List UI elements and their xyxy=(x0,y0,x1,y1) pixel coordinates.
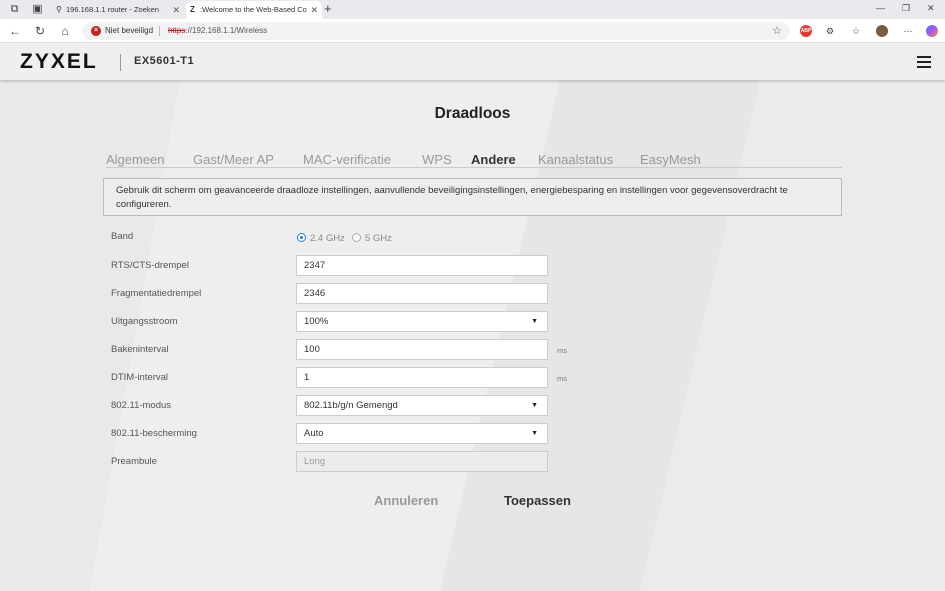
more-menu-icon[interactable]: ⋯ xyxy=(902,25,914,37)
cancel-button[interactable]: Annuleren xyxy=(374,493,441,509)
tab-wps[interactable]: WPS xyxy=(422,152,452,168)
tab-kanaalstatus[interactable]: Kanaalstatus xyxy=(538,152,614,168)
protection-value: Auto xyxy=(304,428,324,439)
router-page: ZYXEL EX5601-T1 Draadloos Algemeen Gast/… xyxy=(0,44,945,591)
url-divider xyxy=(159,26,160,36)
browser-tab-router[interactable]: Z :Welcome to the Web-Based Co ✕ xyxy=(186,1,322,19)
description-box: Gebruik dit scherm om geavanceerde draad… xyxy=(103,178,842,216)
tab-underline xyxy=(106,167,842,168)
radio-checked-icon xyxy=(297,233,306,242)
close-tab-icon[interactable]: ✕ xyxy=(172,1,180,19)
extensions-icon[interactable]: ⚙ xyxy=(824,25,836,37)
fragmentation-input[interactable]: 2346 xyxy=(296,283,548,304)
search-icon: ⚲ xyxy=(56,5,62,14)
zyxel-logo[interactable]: ZYXEL xyxy=(20,50,98,74)
browser-tab-search[interactable]: ⚲ 196.168.1.1 router - Zoeken ✕ xyxy=(52,1,184,19)
fragmentation-label: Fragmentatiedrempel xyxy=(111,288,202,299)
tab-algemeen[interactable]: Algemeen xyxy=(106,152,165,168)
preamble-label: Preambule xyxy=(111,456,157,467)
router-header: ZYXEL EX5601-T1 xyxy=(0,44,945,80)
refresh-icon[interactable]: ↻ xyxy=(33,24,47,38)
protection-label: 802.11-bescherming xyxy=(111,428,197,439)
restore-icon[interactable]: ❐ xyxy=(902,3,910,14)
tab-gast-meer-ap[interactable]: Gast/Meer AP xyxy=(193,152,274,168)
tab-mac-verificatie[interactable]: MAC-verificatie xyxy=(303,152,392,168)
back-icon[interactable]: ← xyxy=(8,24,22,38)
beacon-interval-label: Bakeninterval xyxy=(111,344,169,355)
dtim-unit: ms xyxy=(557,374,567,383)
band-label: Band xyxy=(111,231,134,242)
copilot-icon[interactable] xyxy=(926,25,938,37)
output-power-label: Uitgangsstroom xyxy=(111,316,178,327)
cancel-label: Annuleren xyxy=(374,493,439,508)
favorites-icon[interactable]: ☆ xyxy=(850,25,862,37)
url-protocol: https xyxy=(168,26,186,35)
dropdown-arrow-icon: ▼ xyxy=(531,430,538,437)
new-tab-icon[interactable]: + xyxy=(324,2,332,16)
url-path: ://192.168.1.1/Wireless xyxy=(185,26,268,35)
security-label[interactable]: Niet beveiligd xyxy=(105,22,153,40)
dtim-interval-label: DTIM-interval xyxy=(111,372,169,383)
page-title: Draadloos xyxy=(434,105,511,122)
close-tab-icon[interactable]: ✕ xyxy=(310,1,318,19)
beacon-interval-input[interactable]: 100 xyxy=(296,339,548,360)
home-icon[interactable]: ⌂ xyxy=(58,24,72,38)
browser-tab-bar: ⧉ ▣ ⚲ 196.168.1.1 router - Zoeken ✕ Z :W… xyxy=(0,0,945,19)
profile-avatar[interactable] xyxy=(876,25,888,37)
not-secure-icon[interactable]: × xyxy=(91,26,101,36)
zyxel-favicon-icon: Z xyxy=(190,5,195,14)
header-divider xyxy=(120,54,121,71)
band-5ghz-radio[interactable]: 5 GHz xyxy=(352,233,392,244)
adblock-extension-icon[interactable]: ABP xyxy=(800,25,812,37)
radio-unchecked-icon xyxy=(352,233,361,242)
dropdown-arrow-icon: ▼ xyxy=(531,402,538,409)
mode-label: 802.11-modus xyxy=(111,400,172,411)
favorite-star-icon[interactable]: ☆ xyxy=(772,22,782,40)
browser-toolbar: ← ↻ ⌂ × Niet beveiligd https://192.168.1… xyxy=(0,19,945,43)
output-power-select[interactable]: 100% ▼ xyxy=(296,311,548,332)
mode-select[interactable]: 802.11b/g/n Gemengd ▼ xyxy=(296,395,548,416)
output-power-value: 100% xyxy=(304,316,329,327)
apply-button[interactable]: Toepassen xyxy=(504,493,573,509)
dropdown-arrow-icon: ▼ xyxy=(531,318,538,325)
address-bar[interactable]: × Niet beveiligd https://192.168.1.1/Wir… xyxy=(82,22,790,40)
url-text[interactable]: https://192.168.1.1/Wireless xyxy=(168,22,267,40)
rts-input[interactable]: 2347 xyxy=(296,255,548,276)
workspaces-icon[interactable]: ⧉ xyxy=(8,3,21,16)
hamburger-menu-icon[interactable] xyxy=(917,56,931,68)
tab-easymesh[interactable]: EasyMesh xyxy=(640,152,701,168)
apply-label: Toepassen xyxy=(504,493,571,508)
rts-label: RTS/CTS-drempel xyxy=(111,260,189,271)
mode-value: 802.11b/g/n Gemengd xyxy=(304,400,398,411)
protection-select[interactable]: Auto ▼ xyxy=(296,423,548,444)
band-2-4ghz-radio[interactable]: 2.4 GHz xyxy=(297,233,345,244)
beacon-unit: ms xyxy=(557,346,567,355)
close-window-icon[interactable]: ✕ xyxy=(927,3,935,14)
minimize-icon[interactable]: — xyxy=(876,3,885,13)
vertical-tabs-icon[interactable]: ▣ xyxy=(31,3,44,16)
model-name: EX5601-T1 xyxy=(134,55,195,67)
tab-title: 196.168.1.1 router - Zoeken xyxy=(66,5,159,14)
dtim-interval-input[interactable]: 1 xyxy=(296,367,548,388)
preamble-select: Long xyxy=(296,451,548,472)
tab-andere[interactable]: Andere xyxy=(471,152,524,168)
tab-title: :Welcome to the Web-Based Co xyxy=(200,5,307,14)
